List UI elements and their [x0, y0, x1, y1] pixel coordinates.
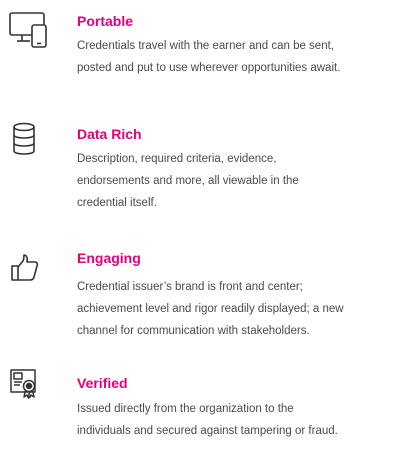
- description-line: Credentials travel with the earner and c…: [77, 40, 334, 52]
- database-icon: [10, 122, 72, 162]
- feature-description-verified: Issued directly from the organization to…: [77, 398, 413, 442]
- feature-description-data-rich: Description, required criteria, evidence…: [77, 148, 413, 214]
- devices-icon: [8, 10, 70, 50]
- feature-title-portable: Portable: [77, 13, 134, 29]
- description-line: posted and put to use wherever opportuni…: [77, 62, 341, 74]
- description-line: achievement level and rigor readily disp…: [77, 303, 344, 315]
- description-line: individuals and secured against tamperin…: [77, 425, 338, 437]
- certificate-badge-icon: [9, 368, 71, 408]
- feature-description-portable: Credentials travel with the earner and c…: [77, 35, 413, 79]
- thumbs-up-icon: [10, 252, 72, 292]
- description-line: channel for communication with stakehold…: [77, 325, 310, 337]
- description-line: credential itself.: [77, 197, 157, 209]
- description-line: Credential issuer’s brand is front and c…: [77, 281, 303, 293]
- description-line: Description, required criteria, evidence…: [77, 153, 277, 165]
- feature-title-verified: Verified: [77, 375, 128, 391]
- feature-description-engaging: Credential issuer’s brand is front and c…: [77, 276, 413, 342]
- feature-title-engaging: Engaging: [77, 250, 141, 266]
- feature-title-data-rich: Data Rich: [77, 126, 142, 142]
- description-line: Issued directly from the organization to…: [77, 403, 294, 415]
- description-line: endorsements and more, all viewable in t…: [77, 175, 299, 187]
